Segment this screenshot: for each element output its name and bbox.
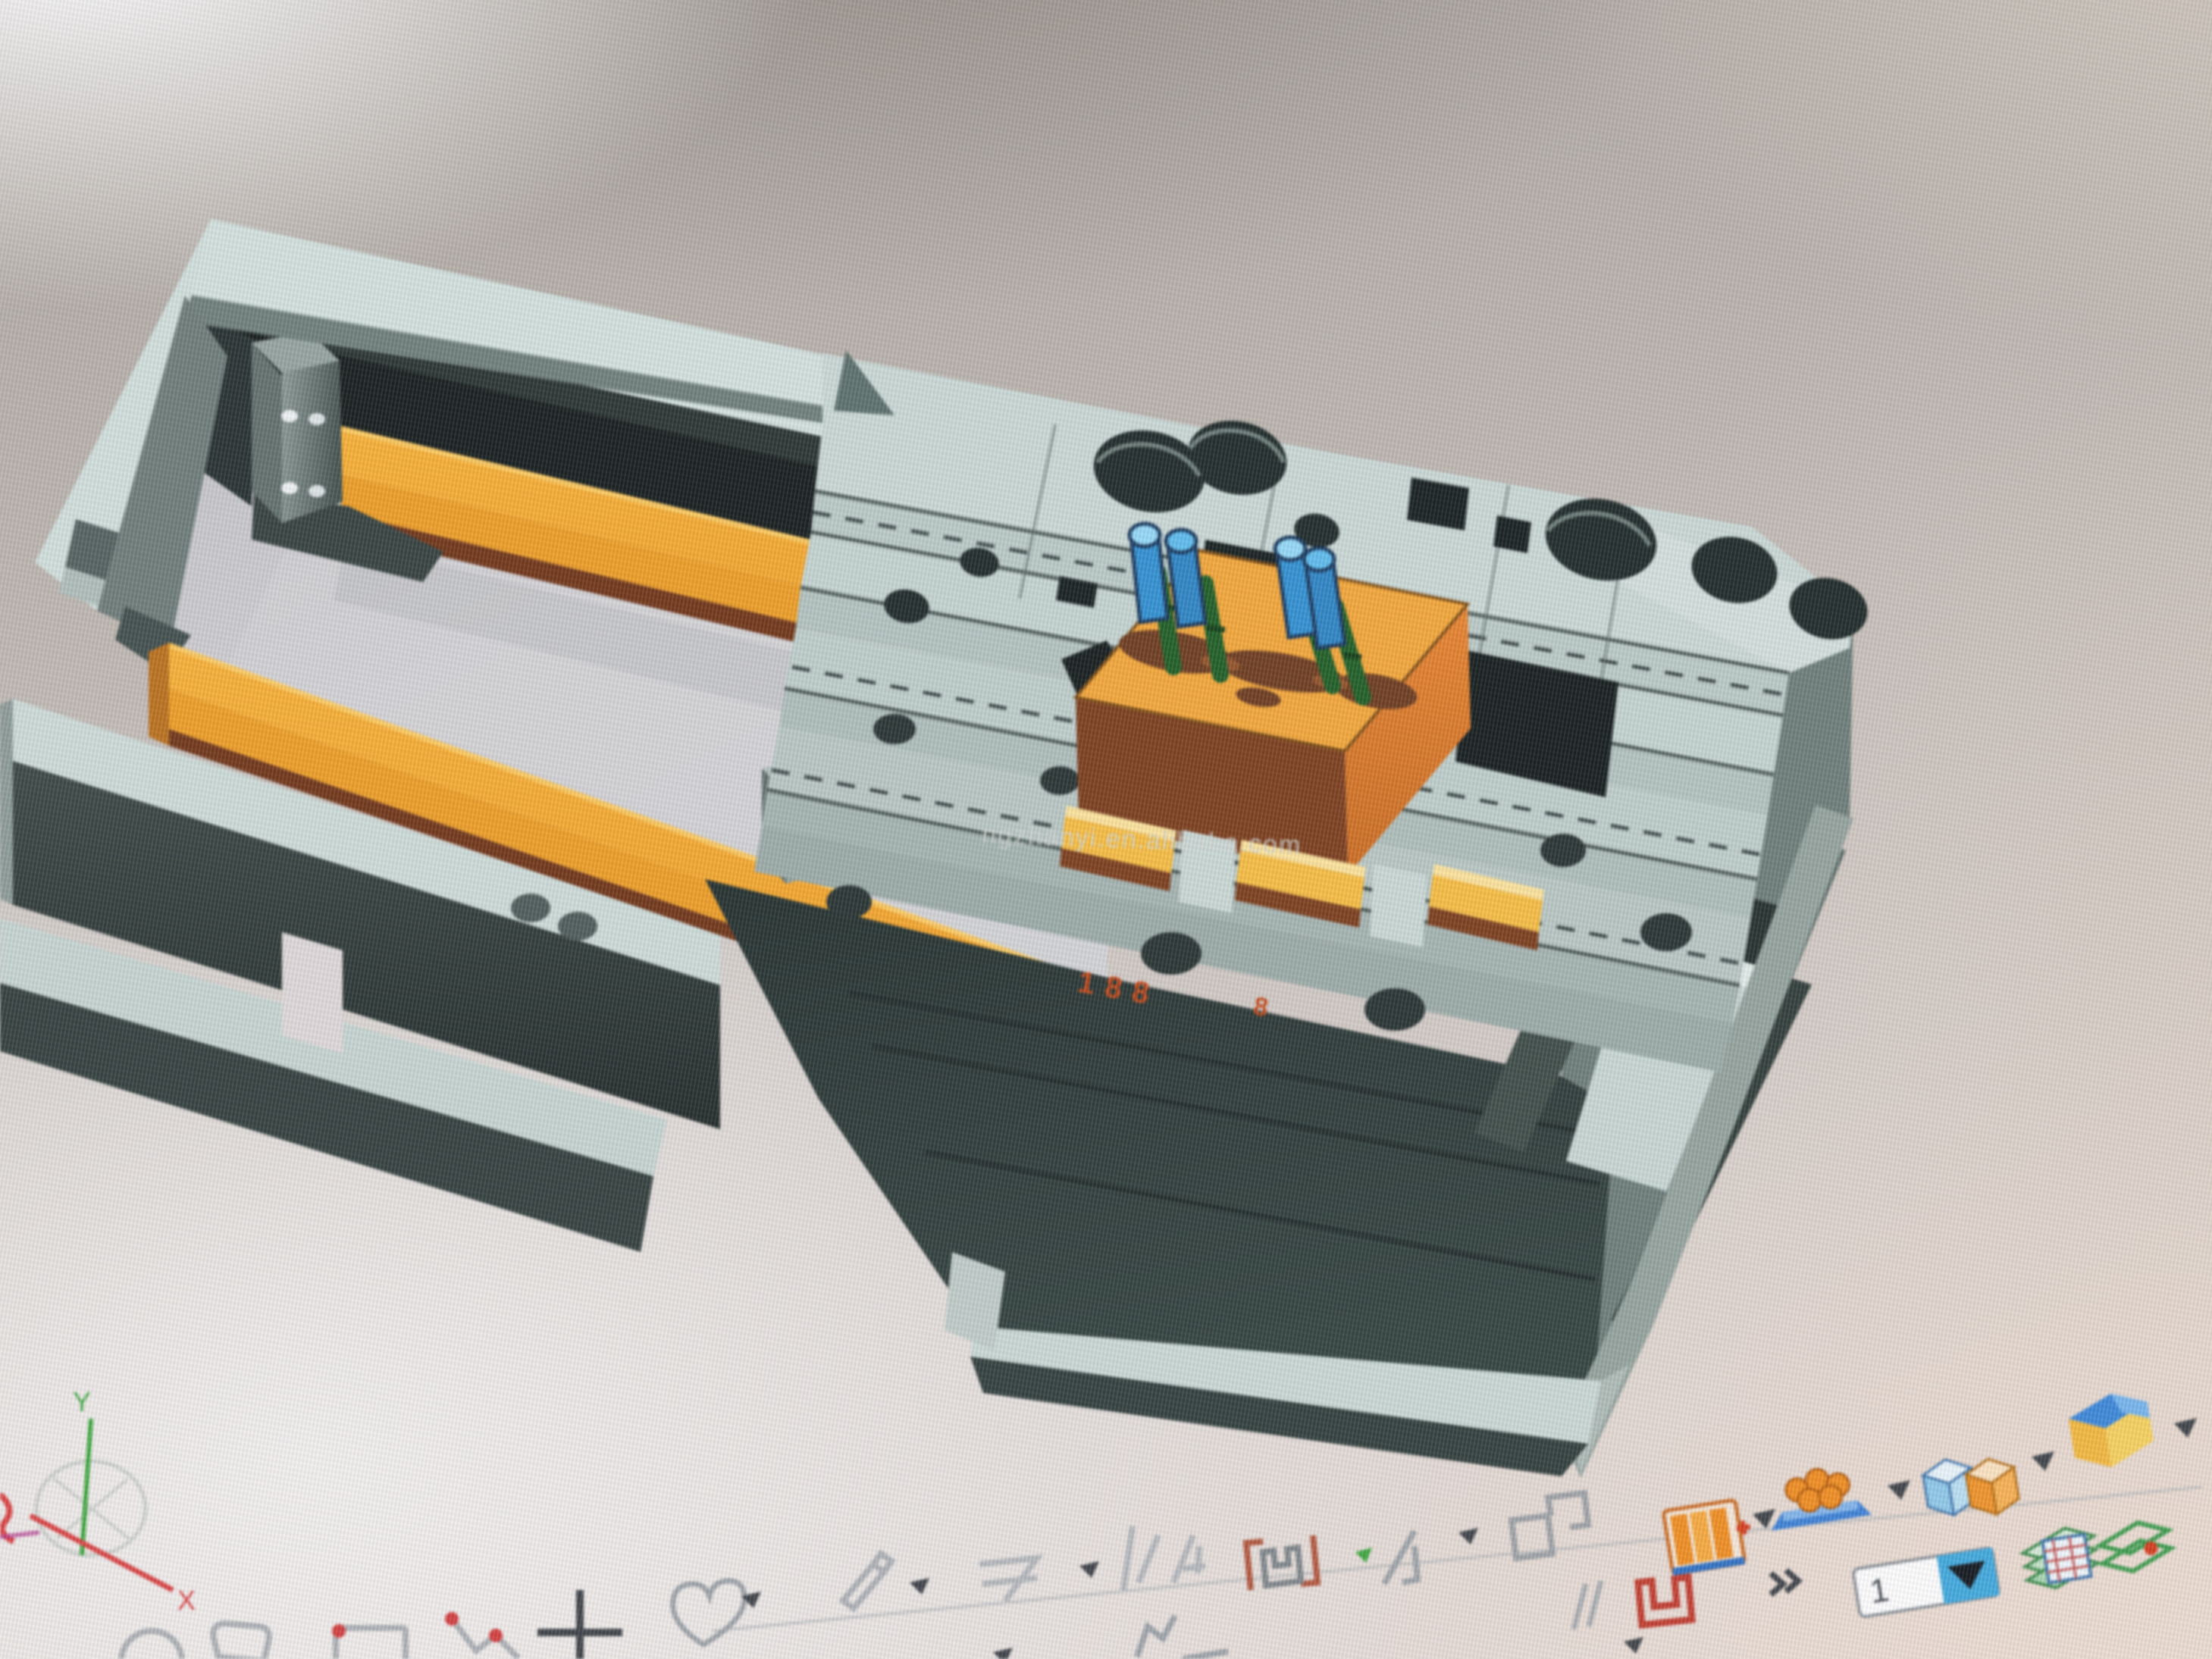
svg-text:Y: Y xyxy=(73,1386,91,1417)
svg-text:X: X xyxy=(177,1585,196,1616)
